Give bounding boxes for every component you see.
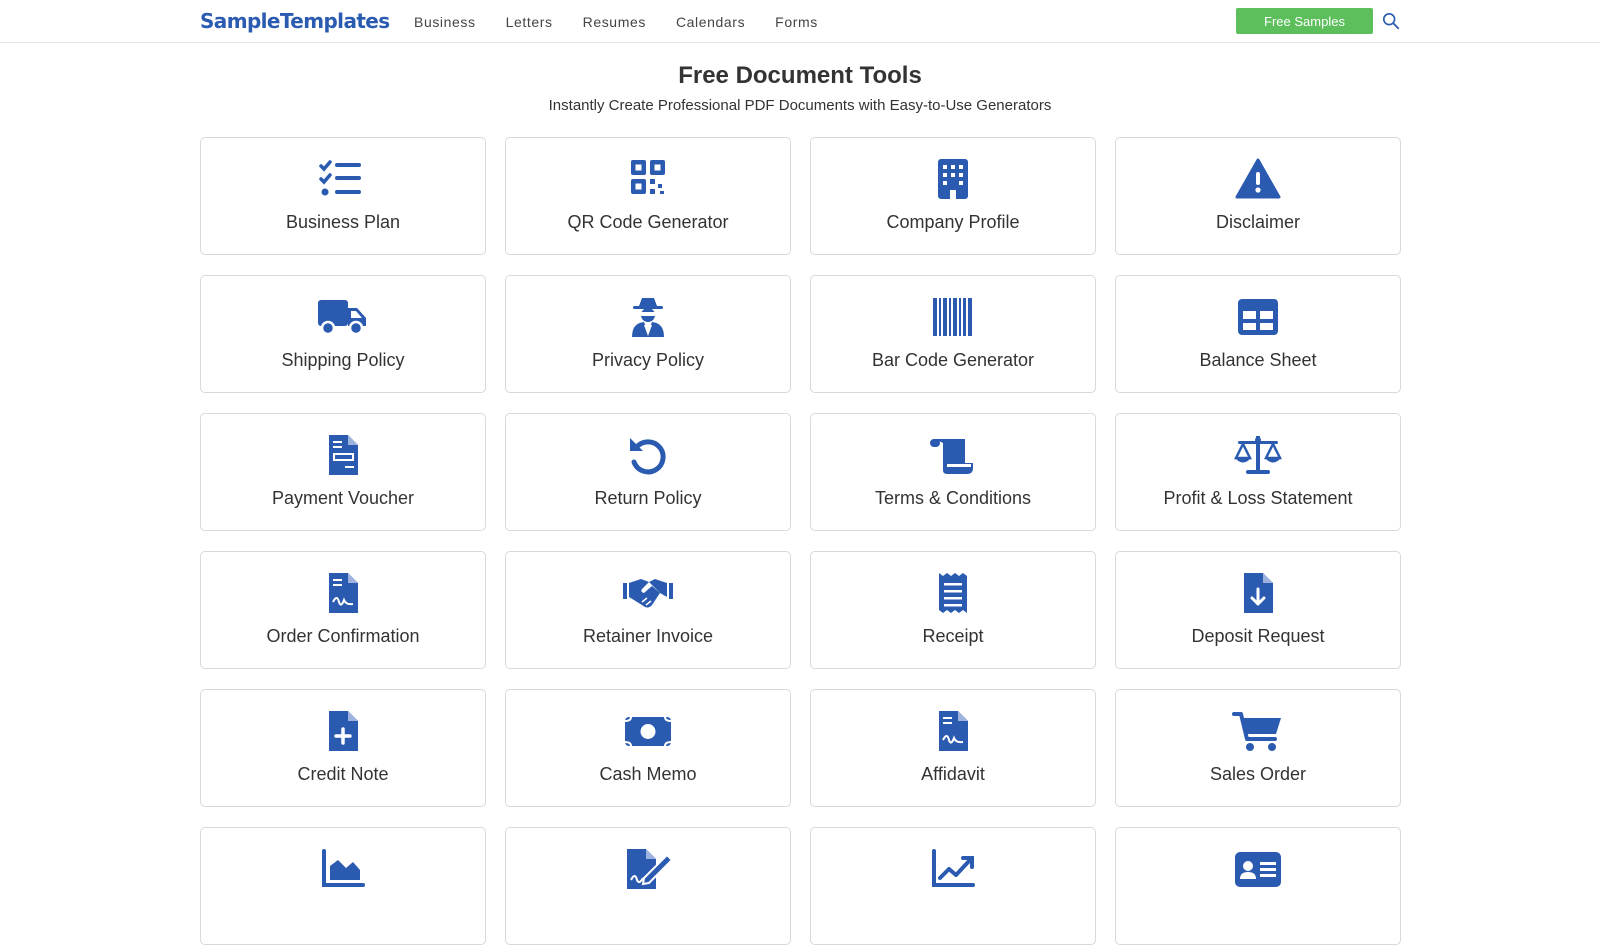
- tool-card-label: Terms & Conditions: [874, 488, 1032, 508]
- tool-card-shipping-policy[interactable]: Shipping Policy: [200, 275, 486, 393]
- tool-card-label: Retainer Invoice: [582, 626, 714, 646]
- tool-card-item-22[interactable]: [810, 827, 1096, 945]
- free-samples-button[interactable]: Free Samples: [1236, 8, 1373, 34]
- top-navigation-bar: SampleTemplates Business Letters Resumes…: [0, 0, 1600, 43]
- tool-card-label: Disclaimer: [1215, 212, 1300, 232]
- tool-card-affidavit[interactable]: Affidavit: [810, 689, 1096, 807]
- tool-card-return-policy[interactable]: Return Policy: [505, 413, 791, 531]
- tool-card-credit-note[interactable]: Credit Note: [200, 689, 486, 807]
- tool-card-label: Receipt: [922, 626, 984, 646]
- table-icon: [1232, 296, 1284, 338]
- scale-balanced-icon: [1232, 434, 1284, 476]
- tool-card-deposit-request[interactable]: Deposit Request: [1115, 551, 1401, 669]
- tool-card-disclaimer[interactable]: Disclaimer: [1115, 137, 1401, 255]
- tool-card-sales-order[interactable]: Sales Order: [1115, 689, 1401, 807]
- tool-card-item-21[interactable]: [505, 827, 791, 945]
- tool-card-label: Payment Voucher: [271, 488, 415, 508]
- tool-card-label: Sales Order: [1209, 764, 1307, 784]
- tool-card-order-confirmation[interactable]: Order Confirmation: [200, 551, 486, 669]
- tool-card-item-23[interactable]: [1115, 827, 1401, 945]
- page-subtitle: Instantly Create Professional PDF Docume…: [548, 97, 1052, 114]
- nav-link-calendars[interactable]: Calendars: [676, 14, 745, 30]
- tool-card-bar-code-generator[interactable]: Bar Code Generator: [810, 275, 1096, 393]
- barcode-icon: [927, 296, 979, 338]
- id-card-icon: [1232, 848, 1284, 890]
- area-chart-icon: [317, 848, 369, 890]
- tool-card-label: Company Profile: [886, 212, 1020, 232]
- tool-card-label: Bar Code Generator: [871, 350, 1035, 370]
- tool-card-qr-code-generator[interactable]: QR Code Generator: [505, 137, 791, 255]
- tool-card-label: Return Policy: [594, 488, 702, 508]
- user-secret-icon: [622, 296, 674, 338]
- money-bill-icon: [622, 710, 674, 752]
- list-check-icon: [317, 158, 369, 200]
- tool-card-label: Profit & Loss Statement: [1163, 488, 1353, 508]
- main-nav: Business Letters Resumes Calendars Forms: [414, 14, 848, 30]
- file-invoice-icon: [317, 434, 369, 476]
- receipt-icon: [927, 572, 979, 614]
- tool-card-payment-voucher[interactable]: Payment Voucher: [200, 413, 486, 531]
- tool-card-label: Affidavit: [921, 764, 985, 784]
- tool-grid: Business Plan QR Code Generator Company Pr…: [200, 137, 1401, 945]
- cart-icon: [1232, 710, 1284, 752]
- rotate-left-icon: [622, 434, 674, 476]
- tool-card-business-plan[interactable]: Business Plan: [200, 137, 486, 255]
- scroll-icon: [927, 434, 979, 476]
- tool-card-label: Deposit Request: [1191, 626, 1325, 646]
- tool-card-terms-and-conditions[interactable]: Terms & Conditions: [810, 413, 1096, 531]
- site-logo[interactable]: SampleTemplates: [200, 9, 390, 33]
- file-arrow-down-icon: [1232, 572, 1284, 614]
- search-icon[interactable]: [1382, 12, 1400, 30]
- warning-icon: [1232, 158, 1284, 200]
- nav-link-forms[interactable]: Forms: [775, 14, 818, 30]
- tool-card-item-20[interactable]: [200, 827, 486, 945]
- tool-card-label: Business Plan: [285, 212, 401, 232]
- nav-link-resumes[interactable]: Resumes: [583, 14, 646, 30]
- tool-card-privacy-policy[interactable]: Privacy Policy: [505, 275, 791, 393]
- line-chart-icon: [927, 848, 979, 890]
- truck-icon: [317, 296, 369, 338]
- qrcode-icon: [622, 158, 674, 200]
- tool-card-label: Credit Note: [297, 764, 389, 784]
- tool-card-receipt[interactable]: Receipt: [810, 551, 1096, 669]
- nav-link-letters[interactable]: Letters: [506, 14, 553, 30]
- tool-card-label: Balance Sheet: [1199, 350, 1317, 370]
- building-icon: [927, 158, 979, 200]
- tool-card-balance-sheet[interactable]: Balance Sheet: [1115, 275, 1401, 393]
- tool-card-label: Privacy Policy: [591, 350, 705, 370]
- tool-card-retainer-invoice[interactable]: Retainer Invoice: [505, 551, 791, 669]
- tool-card-cash-memo[interactable]: Cash Memo: [505, 689, 791, 807]
- tool-card-company-profile[interactable]: Company Profile: [810, 137, 1096, 255]
- tool-card-label: Order Confirmation: [266, 626, 420, 646]
- page-title: Free Document Tools: [678, 62, 922, 89]
- file-signature-icon: [317, 572, 369, 614]
- file-plus-icon: [317, 710, 369, 752]
- file-signature-icon: [927, 710, 979, 752]
- file-pen-icon: [622, 848, 674, 890]
- tool-card-label: QR Code Generator: [567, 212, 729, 232]
- nav-link-business[interactable]: Business: [414, 14, 476, 30]
- tool-card-profit-and-loss-statement[interactable]: Profit & Loss Statement: [1115, 413, 1401, 531]
- tool-card-label: Shipping Policy: [281, 350, 405, 370]
- handshake-icon: [622, 572, 674, 614]
- tool-card-label: Cash Memo: [599, 764, 697, 784]
